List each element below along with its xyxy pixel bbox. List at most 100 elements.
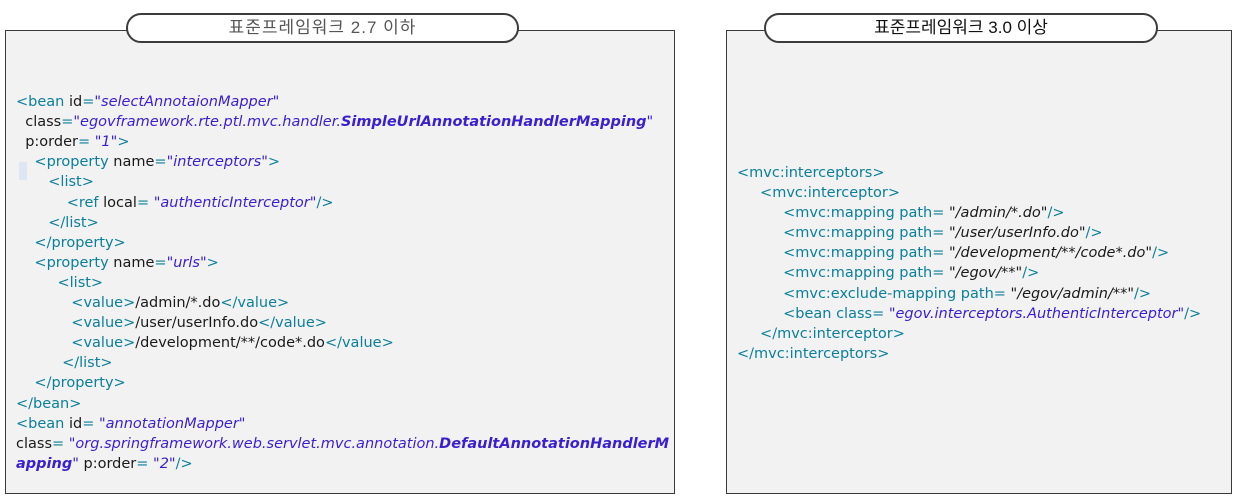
code-token: <mvc:mapping (737, 265, 900, 282)
code-token: "1" (90, 134, 118, 151)
code-token: "/development/**/code*.do" (944, 245, 1153, 262)
code-line: <mvc:mapping path= "/user/userInfo.do"/> (737, 223, 1201, 243)
code-token: "authenticInterceptor" (149, 194, 317, 211)
code-token: <property (16, 154, 114, 171)
code-token: </value> (324, 335, 394, 352)
code-line: </bean> (16, 394, 669, 414)
code-token: </value> (258, 315, 327, 332)
code-token: <ref (16, 194, 104, 211)
code-token: "annotationMapper" (94, 415, 246, 432)
code-token: <mvc:mapping (737, 225, 900, 242)
code-token: <value> (16, 315, 136, 332)
code-line: p:order= "1"> (16, 132, 669, 152)
code-line: </list> (16, 353, 669, 373)
code-token: /user/userInfo.do (135, 315, 259, 332)
code-token: <mvc:exclude-mapping (737, 285, 961, 302)
code-token: </list> (16, 214, 99, 231)
code-token: "2" (148, 455, 176, 472)
code-token: /> (1047, 205, 1065, 222)
code-token: = (52, 435, 65, 452)
code-token: > (206, 254, 219, 271)
code-token: path (960, 285, 994, 302)
code-token: /> (1134, 285, 1152, 302)
code-line: class= "org.springframework.web.servlet.… (16, 434, 669, 454)
code-token: = (932, 205, 945, 222)
code-token: /> (1022, 265, 1040, 282)
code-token: p:order (78, 455, 137, 472)
code-token: /> (1152, 245, 1170, 262)
code-token: <property (16, 254, 114, 271)
legacy-panel-title: 표준프레임워크 2.7 이하 (126, 13, 519, 43)
code-token: class (16, 114, 62, 131)
code-line: <list> (16, 273, 669, 293)
modern-xml-code-block: <mvc:interceptors> <mvc:interceptor> <mv… (737, 163, 1201, 364)
code-token: /> (1085, 225, 1103, 242)
code-token: = (77, 134, 91, 151)
code-token: <list> (16, 174, 94, 191)
code-token: "interceptors" (166, 154, 268, 171)
code-line: <bean id="selectAnnotaionMapper" (16, 92, 669, 112)
code-line: </mvc:interceptor> (737, 324, 1201, 344)
code-token: DefaultAnnotationHandlerM (439, 435, 670, 452)
code-token: </value> (220, 295, 290, 312)
code-token: name (113, 254, 155, 271)
code-token: /admin/*.do (135, 295, 221, 312)
code-token: = (932, 245, 945, 262)
code-token: = (154, 254, 167, 271)
code-token: = (932, 225, 945, 242)
code-line: <bean id= "annotationMapper" (16, 414, 669, 434)
code-token: <mvc:mapping (737, 245, 900, 262)
code-token: " (646, 114, 654, 131)
code-line: <list> (16, 172, 669, 192)
code-token: class (16, 435, 52, 452)
code-line: </mvc:interceptors> (737, 344, 1201, 364)
code-line: <mvc:interceptor> (737, 183, 1201, 203)
code-line: <value>/user/userInfo.do</value> (16, 313, 669, 333)
code-line: <bean class= "egov.interceptors.Authenti… (737, 304, 1201, 324)
code-token: </property> (16, 375, 126, 392)
code-token: local (103, 194, 137, 211)
code-token: SimpleUrlAnnotationHandlerMapping (340, 114, 647, 131)
code-line: <mvc:mapping path= "/egov/**"/> (737, 263, 1201, 283)
code-token: name (113, 154, 155, 171)
code-token: "urls" (166, 254, 207, 271)
modern-panel-title: 표준프레임워크 3.0 이상 (764, 13, 1158, 43)
code-line: </list> (16, 213, 669, 233)
code-token: "/admin/*.do" (944, 205, 1048, 222)
code-line: <property name="interceptors"> (16, 152, 669, 172)
code-token: /> (316, 194, 334, 211)
code-token: path (899, 225, 933, 242)
code-token: <list> (16, 274, 104, 291)
code-line: <mvc:exclude-mapping path= "/egov/admin/… (737, 284, 1201, 304)
code-line: <mvc:mapping path= "/development/**/code… (737, 243, 1201, 263)
code-line: <value>/admin/*.do</value> (16, 293, 669, 313)
code-token: id (68, 94, 83, 111)
code-token: = (872, 305, 885, 322)
code-token: = (154, 154, 167, 171)
code-line: apping" p:order= "2"/> (16, 454, 669, 474)
code-token: = (82, 94, 95, 111)
code-token: "org.springframework.web.servlet.mvc.ann… (64, 435, 440, 452)
code-token: "/egov/admin/**" (1005, 285, 1135, 302)
modern-config-panel: <mvc:interceptors> <mvc:interceptor> <mv… (726, 30, 1232, 494)
code-token: "/user/userInfo.do" (944, 225, 1086, 242)
code-token: /> (175, 455, 193, 472)
code-token: = (136, 455, 149, 472)
code-token: </mvc:interceptors> (737, 345, 890, 362)
code-token: "egovframework.rte.ptl.mvc.handler. (73, 114, 341, 131)
code-token: "/egov/**" (944, 265, 1023, 282)
code-token: = (82, 415, 95, 432)
code-token: <mvc:mapping (737, 205, 900, 222)
code-token: id (68, 415, 83, 432)
code-token: " (72, 455, 79, 472)
code-token: apping (16, 455, 73, 472)
code-token: <bean (737, 305, 837, 322)
code-token: "egov.interceptors.AuthenticInterceptor" (884, 305, 1185, 322)
code-token: class (836, 305, 873, 322)
code-token: = (61, 114, 74, 131)
code-token: <bean (16, 94, 69, 111)
code-token: <value> (16, 295, 136, 312)
code-token: <value> (16, 335, 136, 352)
code-token: p:order (16, 134, 78, 151)
